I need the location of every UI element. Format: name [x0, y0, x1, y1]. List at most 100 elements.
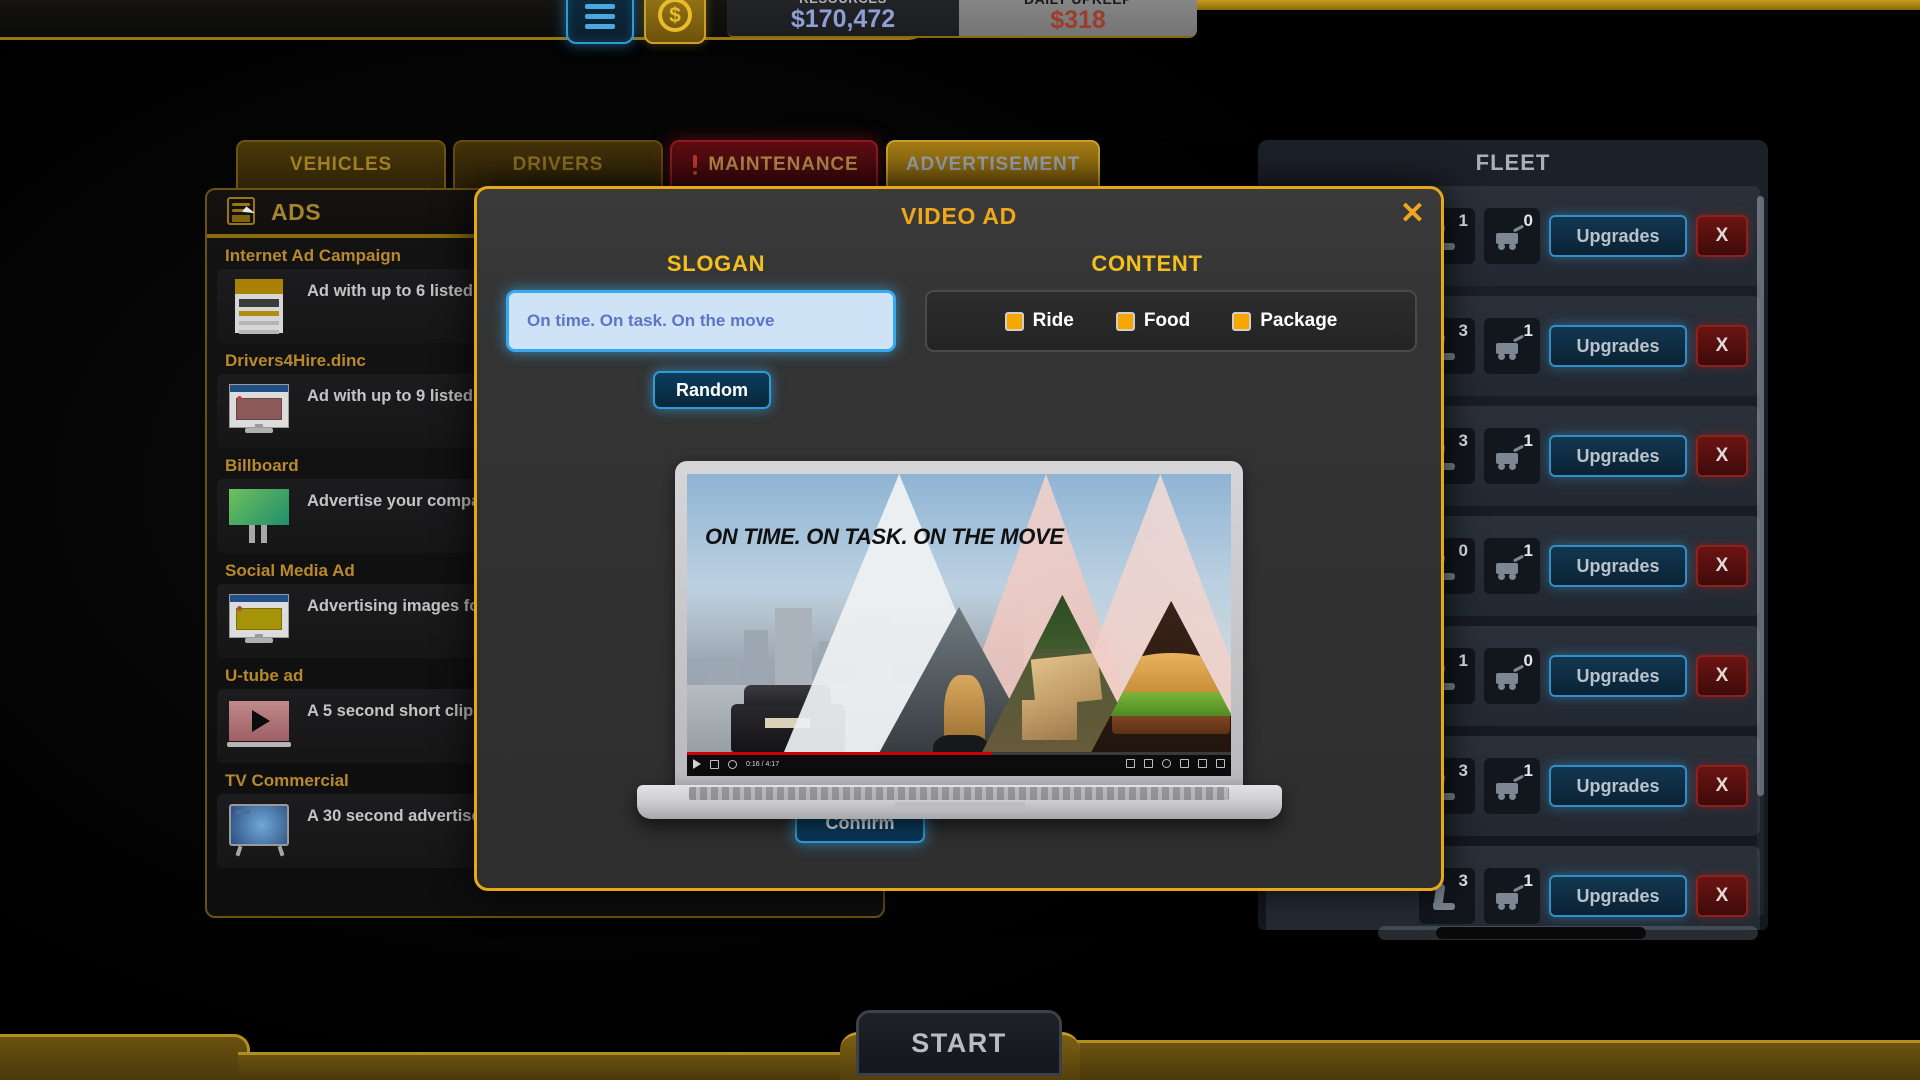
upgrades-button[interactable]: Upgrades	[1549, 435, 1687, 477]
tab-drivers[interactable]: DRIVERS	[453, 140, 663, 190]
cargo-count: 1	[1523, 541, 1533, 560]
ad-preview-screen: ON TIME. ON TASK. ON THE MOVE 0:16 / 4:1…	[687, 474, 1231, 776]
upgrades-button[interactable]: Upgrades	[1549, 765, 1687, 807]
remove-vehicle-button[interactable]: X	[1696, 325, 1748, 367]
cargo-count: 1	[1523, 761, 1533, 780]
upgrades-button[interactable]: Upgrades	[1549, 655, 1687, 697]
cargo-count: 1	[1523, 431, 1533, 450]
seat-count: 3	[1458, 431, 1468, 450]
slogan-input[interactable]: On time. On task. On the move	[506, 290, 896, 352]
fleet-horizontal-scrollbar[interactable]	[1378, 926, 1758, 940]
start-button[interactable]: START	[856, 1010, 1062, 1076]
fleet-vertical-scrollbar[interactable]	[1757, 196, 1764, 916]
theater-mode-icon[interactable]	[1198, 759, 1207, 768]
remove-vehicle-button[interactable]: X	[1696, 655, 1748, 697]
ad-preview-headline: ON TIME. ON TASK. ON THE MOVE	[705, 524, 1064, 549]
dollar-coin-icon[interactable]: $	[644, 0, 706, 44]
play-icon[interactable]	[693, 759, 701, 769]
daily-upkeep-value: $318	[1050, 5, 1106, 34]
cargo-cart-icon	[1494, 334, 1525, 361]
seat-count: 1	[1458, 651, 1468, 670]
slogan-heading: SLOGAN	[666, 251, 766, 276]
cargo-count: 1	[1523, 871, 1533, 890]
checkbox-ride-box[interactable]	[1004, 311, 1024, 331]
remove-vehicle-button[interactable]: X	[1696, 545, 1748, 587]
autoplay-icon[interactable]	[1126, 759, 1135, 768]
ad-preview-video: ON TIME. ON TASK. ON THE MOVE 0:16 / 4:1…	[687, 474, 1231, 776]
remove-vehicle-button[interactable]: X	[1696, 215, 1748, 257]
tab-advertisement-label: ADVERTISEMENT	[905, 154, 1081, 175]
cargo-capacity-stat: 1	[1484, 868, 1540, 924]
coin-glyph: $	[658, 0, 692, 32]
tab-maintenance-label: MAINTENANCE	[708, 154, 859, 175]
triangle-collage	[687, 474, 1231, 776]
checkbox-ride[interactable]: Ride	[1004, 310, 1074, 332]
upgrades-button[interactable]: Upgrades	[1549, 325, 1687, 367]
bottom-frame: START	[0, 1010, 1920, 1080]
remove-vehicle-button[interactable]: X	[1696, 875, 1748, 917]
cargo-capacity-stat: 1	[1484, 538, 1540, 594]
tv-thumb-icon	[227, 802, 291, 860]
daily-upkeep-stat: DAILY UPKEEP $318	[959, 0, 1197, 36]
tab-maintenance[interactable]: MAINTENANCE	[670, 140, 878, 190]
volume-icon[interactable]	[728, 759, 737, 769]
seat-count: 3	[1458, 321, 1468, 340]
cargo-count: 1	[1523, 321, 1533, 340]
remove-vehicle-button[interactable]: X	[1696, 765, 1748, 807]
checkbox-package-box[interactable]	[1232, 311, 1252, 331]
cargo-capacity-stat: 1	[1484, 318, 1540, 374]
cargo-cart-icon	[1494, 884, 1525, 911]
seat-count: 0	[1458, 541, 1468, 560]
fullscreen-icon[interactable]	[1216, 759, 1225, 768]
ad-preview-laptop: ON TIME. ON TASK. ON THE MOVE 0:16 / 4:1…	[637, 461, 1282, 851]
resources-stat: RESOURCES $170,472	[727, 0, 959, 36]
tab-vehicles[interactable]: VEHICLES	[236, 140, 446, 190]
checkbox-food-label: Food	[1143, 310, 1191, 331]
laptop-base	[637, 785, 1282, 819]
checkbox-package-label: Package	[1260, 310, 1338, 331]
cargo-capacity-stat: 0	[1484, 648, 1540, 704]
seat-count: 3	[1458, 761, 1468, 780]
upgrades-button[interactable]: Upgrades	[1549, 545, 1687, 587]
checkbox-food-box[interactable]	[1115, 311, 1135, 331]
miniplayer-icon[interactable]	[1180, 759, 1189, 768]
alert-icon	[689, 154, 701, 176]
checkbox-food[interactable]: Food	[1115, 310, 1191, 332]
fleet-panel-title: FLEET	[1475, 150, 1551, 175]
tab-advertisement[interactable]: ADVERTISEMENT	[886, 140, 1100, 190]
upgrades-button[interactable]: Upgrades	[1549, 215, 1687, 257]
hamburger-menu-icon[interactable]	[566, 0, 634, 44]
video-progress-bar[interactable]	[687, 752, 1231, 755]
cargo-cart-icon	[1494, 224, 1525, 251]
billboard-thumb-icon	[227, 487, 291, 545]
close-icon[interactable]: ✕	[1400, 199, 1425, 229]
social-monitor-thumb-icon	[227, 592, 291, 650]
laptop-touchpad	[895, 802, 1025, 809]
subtitles-icon[interactable]	[1144, 759, 1153, 768]
stats-bar: RESOURCES $170,472 DAILY UPKEEP $318	[727, 0, 1197, 36]
modal-title: VIDEO AD	[901, 203, 1017, 229]
top-bar: $ RESOURCES $170,472 DAILY UPKEEP $318	[0, 0, 1920, 46]
video-play-thumb-icon	[227, 697, 291, 755]
cargo-capacity-stat: 1	[1484, 428, 1540, 484]
settings-gear-icon[interactable]	[1162, 759, 1171, 768]
video-player-controls: 0:16 / 4:17	[687, 752, 1231, 776]
tab-drivers-label: DRIVERS	[512, 154, 604, 175]
cargo-capacity-stat: 0	[1484, 208, 1540, 264]
ads-panel-title: ADS	[271, 198, 322, 225]
content-options-group: Ride Food Package	[925, 290, 1417, 352]
upgrades-button[interactable]: Upgrades	[1549, 875, 1687, 917]
remove-vehicle-button[interactable]: X	[1696, 435, 1748, 477]
laptop-keyboard	[689, 787, 1229, 800]
next-icon[interactable]	[710, 759, 719, 769]
content-heading: CONTENT	[1091, 251, 1203, 276]
ads-document-icon	[223, 195, 259, 229]
laptop-lid: ON TIME. ON TASK. ON THE MOVE 0:16 / 4:1…	[675, 461, 1243, 789]
checkbox-package[interactable]: Package	[1232, 310, 1337, 332]
cargo-cart-icon	[1494, 664, 1525, 691]
random-slogan-button[interactable]: Random	[653, 371, 771, 409]
video-ad-modal: VIDEO AD ✕ SLOGAN CONTENT On time. On ta…	[474, 186, 1444, 891]
seat-count: 3	[1458, 871, 1468, 890]
cargo-count: 0	[1523, 211, 1533, 230]
seat-count: 1	[1458, 211, 1468, 230]
